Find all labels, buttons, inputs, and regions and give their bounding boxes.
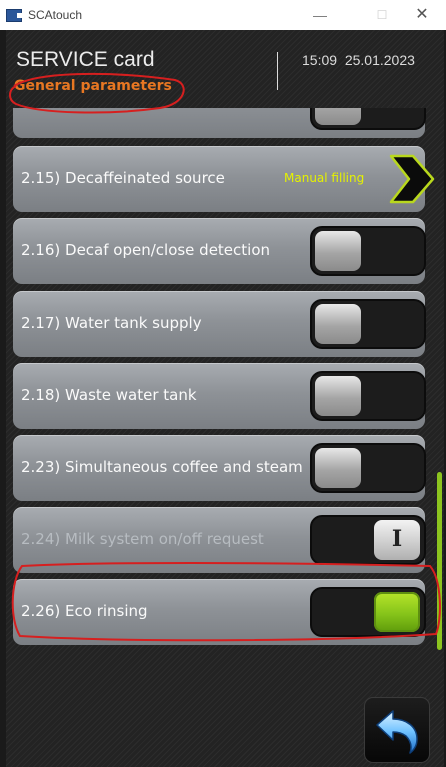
parameter-label: 2.15) Decaffeinated source [21, 169, 225, 187]
parameter-toggle[interactable] [310, 108, 426, 130]
parameter-label: 2.26) Eco rinsing [21, 602, 148, 620]
toggle-knob [374, 592, 420, 632]
parameter-row-eco-rinsing[interactable]: 2.26) Eco rinsing [13, 579, 426, 645]
parameter-label: 2.24) Milk system on/off request [21, 530, 264, 548]
parameter-label: 2.17) Water tank supply [21, 314, 202, 332]
toggle-knob [315, 231, 361, 271]
parameter-list[interactable]: 2.15) Decaffeinated source Manual fillin… [6, 108, 444, 653]
parameter-row-waste-water[interactable]: 2.18) Waste water tank [13, 363, 426, 429]
water-tank-toggle[interactable] [310, 299, 426, 349]
app-icon [6, 9, 22, 22]
service-card-screen: SERVICE card General parameters 15:09 25… [6, 30, 444, 767]
parameter-row-decaf-source[interactable]: 2.15) Decaffeinated source Manual fillin… [13, 146, 435, 212]
toggle-knob: I [374, 520, 420, 560]
header-datetime: 15:09 25.01.2023 [302, 52, 415, 68]
window-titlebar: SCAtouch — ☐ ✕ [0, 0, 446, 30]
maximize-button[interactable]: ☐ [362, 0, 402, 30]
milk-system-toggle[interactable]: I [310, 515, 426, 565]
clock-date: 25.01.2023 [344, 52, 415, 68]
page-title: SERVICE card [16, 48, 155, 71]
parameter-value: Manual filling [284, 171, 365, 185]
toggle-knob [315, 448, 361, 488]
toggle-knob [315, 108, 361, 125]
header-divider [277, 52, 278, 90]
parameter-row[interactable] [13, 108, 426, 138]
simultaneous-toggle[interactable] [310, 443, 426, 493]
parameter-label: 2.16) Decaf open/close detection [21, 241, 271, 259]
parameter-row-milk-system[interactable]: 2.24) Milk system on/off request I [13, 507, 426, 573]
decaf-detection-toggle[interactable] [310, 226, 426, 276]
chevron-right-icon[interactable] [387, 154, 435, 204]
header: SERVICE card General parameters 15:09 25… [6, 30, 444, 108]
scrollbar[interactable] [437, 472, 442, 650]
back-button[interactable] [364, 697, 430, 763]
eco-rinsing-toggle[interactable] [310, 587, 426, 637]
toggle-knob [315, 376, 361, 416]
close-button[interactable]: ✕ [402, 0, 442, 30]
parameter-row-simultaneous[interactable]: 2.23) Simultaneous coffee and steam [13, 435, 426, 501]
parameter-row-decaf-detection[interactable]: 2.16) Decaf open/close detection [13, 218, 426, 284]
window-title: SCAtouch [28, 8, 83, 22]
toggle-knob [315, 304, 361, 344]
page-subtitle: General parameters [14, 78, 172, 94]
parameter-label: 2.23) Simultaneous coffee and steam [21, 458, 303, 476]
parameter-label: 2.18) Waste water tank [21, 386, 197, 404]
waste-water-toggle[interactable] [310, 371, 426, 421]
knob-glyph: I [391, 526, 403, 552]
back-arrow-icon [376, 710, 418, 754]
minimize-button[interactable]: — [300, 0, 340, 30]
clock-time: 15:09 [302, 52, 338, 68]
parameter-row-water-tank[interactable]: 2.17) Water tank supply [13, 291, 426, 357]
